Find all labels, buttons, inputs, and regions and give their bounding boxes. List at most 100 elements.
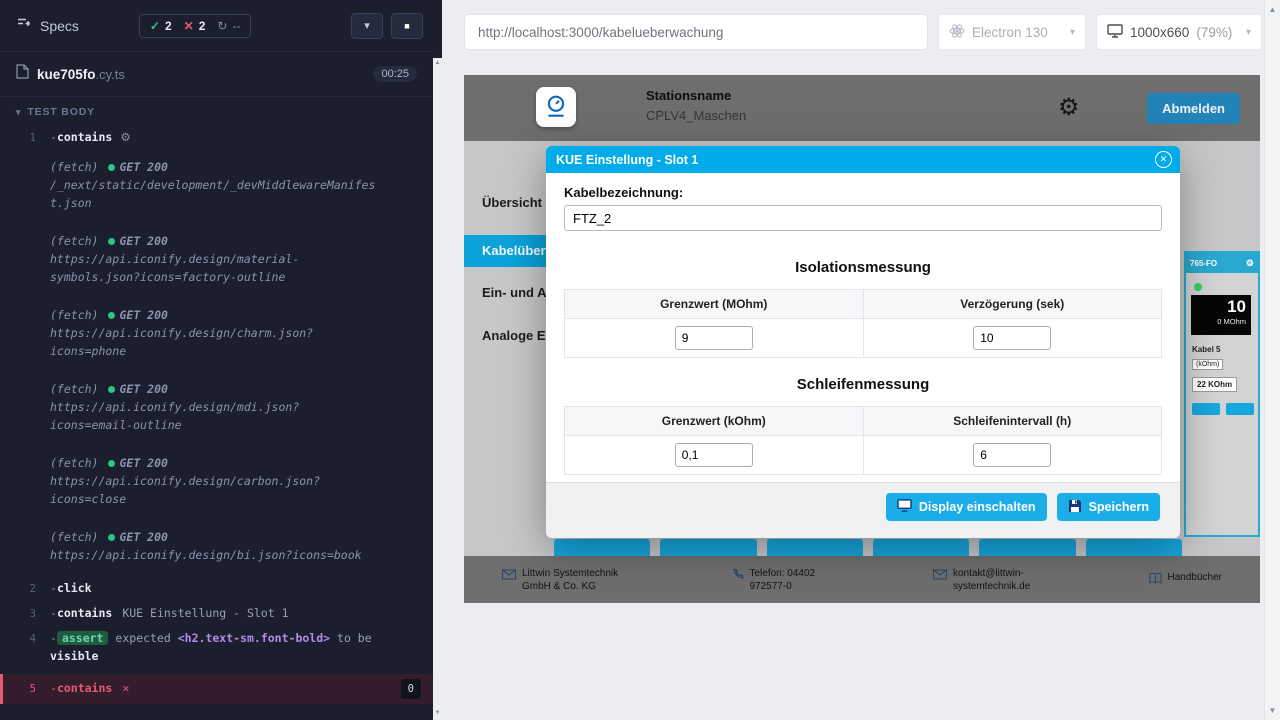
status-ok-dot: [108, 386, 115, 393]
footer-company: Littwin Systemtechnik GmbH & Co. KG: [502, 567, 644, 593]
station-name: CPLV4_Maschen: [646, 108, 746, 123]
failed-x-icon: ✕: [184, 19, 194, 33]
column-header: Grenzwert (kOhm): [565, 407, 864, 436]
floppy-save-icon: [1068, 499, 1082, 516]
truncated-button[interactable]: [979, 539, 1075, 556]
spec-extension: .cy.ts: [96, 67, 125, 82]
loop-interval-input[interactable]: [973, 443, 1051, 467]
slot-card-title: 765-FO: [1190, 259, 1217, 268]
mail-icon: [502, 567, 516, 585]
truncated-button[interactable]: [873, 539, 969, 556]
measurement-unit: 0 MOhm: [1196, 317, 1246, 326]
chevron-down-icon: ▾: [364, 19, 370, 32]
pending-count: --: [232, 19, 240, 33]
logout-button[interactable]: Abmelden: [1147, 93, 1240, 124]
truncated-button[interactable]: [1086, 539, 1182, 556]
fetch-status: GET 200: [119, 456, 167, 470]
cypress-reporter: Specs ✓ 2 ✕ 2 ↻ -- ▾ ■: [0, 0, 433, 720]
gear-icon[interactable]: ⚙: [1246, 258, 1254, 269]
fetch-url: https://api.iconify.design/mdi.json?icon…: [50, 398, 421, 434]
cable-name-input[interactable]: [564, 205, 1162, 231]
footer-manuals-link[interactable]: Handbücher: [1149, 571, 1222, 589]
fetch-url: https://api.iconify.design/carbon.json?i…: [50, 472, 421, 508]
network-log-entry[interactable]: (fetch)GET 200 https://api.iconify.desig…: [0, 298, 433, 372]
truncated-buttons-row: [554, 539, 1182, 556]
app-footer: Littwin Systemtechnik GmbH & Co. KG Tele…: [464, 556, 1260, 603]
kohm-value: 22 KOhm: [1192, 377, 1237, 392]
network-log-entry[interactable]: (fetch)GET 200 https://api.iconify.desig…: [0, 224, 433, 298]
chevron-down-icon: ▾: [1070, 27, 1075, 38]
url-input[interactable]: [464, 14, 928, 50]
command-row[interactable]: 3 -containsKUE Einstellung - Slot 1: [0, 601, 433, 626]
test-body-section[interactable]: ▾ TEST BODY: [0, 97, 433, 125]
specs-menu-icon[interactable]: [16, 15, 32, 36]
stop-button[interactable]: ■: [391, 13, 423, 39]
nav-item-analoge-eingaenge[interactable]: Analoge Ei: [482, 328, 549, 343]
display-on-button[interactable]: Display einschalten: [886, 493, 1047, 521]
reload-icon: ↻: [217, 19, 227, 33]
scroll-up-icon[interactable]: ▲: [1265, 5, 1280, 14]
save-button[interactable]: Speichern: [1057, 493, 1160, 521]
status-ok-dot: [1194, 283, 1202, 291]
command-method: contains: [57, 681, 112, 695]
reporter-header: Specs ✓ 2 ✕ 2 ↻ -- ▾ ■: [0, 0, 433, 52]
scroll-down-icon[interactable]: ▼: [433, 710, 442, 716]
footer-email: kontakt@littwin-systemtechnik.de: [933, 567, 1061, 593]
nav-item-uebersicht[interactable]: Übersicht: [482, 195, 542, 210]
nav-item-ein-und-ausgaenge[interactable]: Ein- und Au: [482, 285, 554, 300]
loop-limit-input[interactable]: [675, 443, 753, 467]
collapse-button[interactable]: ▾: [351, 13, 383, 39]
network-log-entry[interactable]: (fetch)GET 200 https://api.iconify.desig…: [0, 520, 433, 576]
littwin-logo: [536, 87, 576, 127]
command-row[interactable]: 1 -contains⚙: [0, 125, 433, 150]
failed-count: 2: [199, 19, 206, 33]
gear-icon: ⚙: [120, 130, 130, 144]
command-number: 2: [0, 579, 50, 598]
iso-delay-input[interactable]: [973, 326, 1051, 350]
spec-file-row[interactable]: kue705fo.cy.ts 00:25: [0, 52, 433, 97]
network-log-entry[interactable]: (fetch)GET 200 https://api.iconify.desig…: [0, 372, 433, 446]
stat-failed: ✕ 2: [184, 19, 206, 33]
network-log-entry[interactable]: (fetch)GET 200 /_next/static/development…: [0, 150, 433, 224]
viewport-selector[interactable]: 1000x660 (79%) ▾: [1096, 14, 1262, 50]
page-scrollbar[interactable]: ▲ ▼: [1264, 0, 1280, 720]
assert-row[interactable]: 4 -assert expected <h2.text-sm.font-bold…: [0, 626, 433, 668]
assert-badge: assert: [57, 631, 109, 645]
passed-count: 2: [165, 19, 172, 33]
iso-limit-input[interactable]: [675, 326, 753, 350]
status-ok-dot: [108, 238, 115, 245]
passed-check-icon: ✓: [150, 19, 160, 33]
stat-pending: ↻ --: [217, 19, 240, 33]
command-row[interactable]: 2 -click: [0, 576, 433, 601]
monitor-icon: [1107, 24, 1123, 41]
scroll-up-icon[interactable]: ▲: [433, 60, 442, 66]
truncated-button[interactable]: [767, 539, 863, 556]
status-ok-dot: [108, 312, 115, 319]
network-log-entry[interactable]: (fetch)GET 200 https://api.iconify.desig…: [0, 446, 433, 520]
close-icon[interactable]: ✕: [1155, 151, 1172, 168]
truncated-button[interactable]: [1192, 403, 1220, 415]
specs-label[interactable]: Specs: [40, 18, 79, 34]
settings-gear-icon[interactable]: ⚙: [1058, 93, 1080, 122]
viewport-zoom: (79%): [1196, 25, 1232, 40]
browser-selector[interactable]: Electron 130 ▾: [938, 14, 1086, 50]
app-header: Stationsname CPLV4_Maschen ⚙ Abmelden: [464, 75, 1260, 141]
kue-settings-modal: KUE Einstellung - Slot 1 ✕ Kabelbezeichn…: [546, 146, 1180, 538]
truncated-button[interactable]: [660, 539, 756, 556]
reporter-scrollbar[interactable]: ▲ ▼: [433, 0, 442, 720]
url-bar[interactable]: [464, 14, 928, 50]
mail-icon: [933, 567, 947, 585]
truncated-button[interactable]: [554, 539, 650, 556]
assert-mid: to be: [337, 631, 372, 645]
column-header: Verzögerung (sek): [863, 290, 1162, 319]
failed-command-row[interactable]: 5 -contains✕ 0: [0, 674, 433, 704]
command-method: click: [57, 581, 92, 595]
scroll-down-icon[interactable]: ▼: [1265, 706, 1280, 715]
slot-card: 765-FO ⚙ 10 0 MOhm Kabel 5 (kOhm) 22 KOh…: [1184, 251, 1260, 537]
truncated-button[interactable]: [1226, 403, 1254, 415]
status-ok-dot: [108, 460, 115, 467]
fetch-label: (fetch): [50, 308, 98, 322]
column-header: Schleifenintervall (h): [863, 407, 1162, 436]
command-method: contains: [57, 606, 112, 620]
test-body-label: TEST BODY: [27, 106, 95, 118]
